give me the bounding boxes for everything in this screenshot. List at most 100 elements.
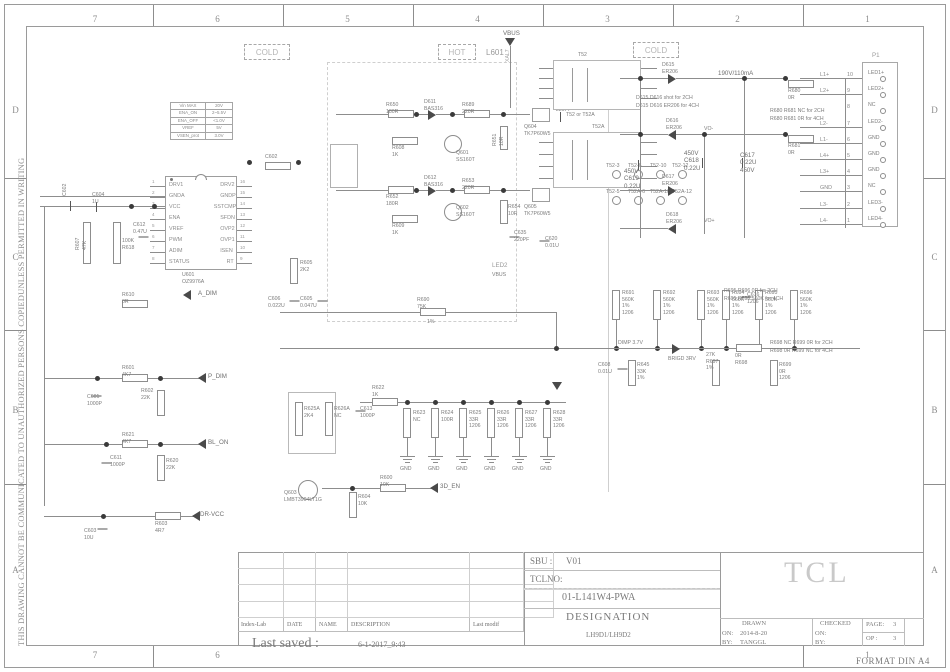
ic-pin-wire bbox=[150, 197, 165, 198]
divider bbox=[812, 618, 813, 646]
param-name: VSEN_prot bbox=[170, 131, 206, 140]
ic-pin-label-pwm: PWM bbox=[169, 237, 183, 243]
divider bbox=[524, 608, 720, 609]
diode-d615-label: D615 ER206 bbox=[662, 62, 678, 75]
connector-pin-pad[interactable] bbox=[880, 124, 886, 131]
zone-tag-cold-right: COLD bbox=[633, 42, 679, 58]
connector-pin-signal-8: NC bbox=[868, 102, 876, 109]
connector-pin-pad[interactable] bbox=[880, 205, 886, 212]
test-point-label: T52-10 bbox=[650, 163, 667, 169]
connector-pin-pad[interactable] bbox=[880, 221, 886, 228]
transformer-pin-wire bbox=[641, 68, 657, 69]
net-label-vo-minus: VO- bbox=[704, 126, 714, 132]
wire-to-gnd bbox=[519, 438, 520, 456]
ic-pin-number-right: 16 bbox=[240, 179, 246, 184]
test-point bbox=[634, 196, 643, 205]
connector-pin-signal-2: LED3- bbox=[868, 199, 883, 206]
led2-value: VBUS bbox=[492, 272, 507, 278]
res-r651-label: R651 10R bbox=[492, 133, 505, 146]
revision-cell bbox=[284, 585, 316, 602]
column-label-4: 4 bbox=[475, 14, 480, 24]
net-label-vbus: VBUS bbox=[503, 30, 520, 37]
node bbox=[101, 514, 106, 519]
connector-p1-name: P1 bbox=[872, 52, 880, 59]
gnd-label: GND bbox=[512, 466, 524, 472]
test-point-label: T52-5 bbox=[606, 189, 620, 195]
row-tick bbox=[924, 330, 945, 331]
ic-pin-number-right: 14 bbox=[240, 201, 246, 206]
gnd-symbol bbox=[540, 456, 555, 466]
ic-notch bbox=[195, 174, 207, 180]
ic-pin-label-drv1: DRV1 bbox=[169, 182, 184, 188]
ic-pin-number-right: 15 bbox=[240, 190, 246, 195]
cap-c603-label: C603 10U bbox=[84, 528, 97, 541]
ic-pin-wire bbox=[150, 263, 165, 264]
node bbox=[296, 160, 301, 165]
res-r625-label: R625 33R 1206 bbox=[469, 410, 482, 429]
param-value: <1.0V bbox=[205, 116, 233, 126]
revision-header-date: DATE bbox=[284, 618, 316, 632]
output-spec-label: 190V/110mA bbox=[718, 70, 754, 77]
revision-header-index: Index-Lab bbox=[238, 618, 284, 632]
transformer-core bbox=[572, 140, 588, 180]
connector-pin-pad[interactable] bbox=[880, 76, 886, 82]
res-r699 bbox=[770, 360, 778, 386]
node bbox=[501, 112, 506, 117]
diode-d618 bbox=[668, 224, 676, 234]
wire-d617 bbox=[620, 190, 668, 191]
connector-pin-pad[interactable] bbox=[880, 157, 886, 163]
wire-c617-bus bbox=[744, 78, 745, 238]
gnd-label: GND bbox=[540, 466, 552, 472]
column-label-7-bottom: 7 bbox=[92, 650, 98, 660]
col-tick bbox=[803, 5, 804, 26]
col-tick bbox=[153, 646, 154, 667]
gnd-symbol bbox=[400, 456, 415, 466]
test-point bbox=[678, 196, 687, 205]
cap-c611-label: C611 1000P bbox=[110, 455, 126, 468]
res-r605-label: R605 2K2 bbox=[300, 260, 313, 273]
res-c602a-label: C602 bbox=[265, 154, 278, 160]
transformer-pin-wire bbox=[641, 88, 657, 89]
ic-pin-wire bbox=[150, 252, 165, 253]
row-label-D: D bbox=[12, 105, 19, 115]
drawn-on-label: ON: bbox=[722, 630, 734, 637]
revision-cell bbox=[316, 585, 348, 602]
connector-pin-pad[interactable] bbox=[880, 140, 886, 147]
transformer-t52-ref: T52 bbox=[578, 52, 587, 58]
res-r618 bbox=[113, 222, 121, 264]
page-value: 3 bbox=[893, 621, 897, 628]
node bbox=[404, 400, 410, 405]
res-r622 bbox=[372, 398, 398, 406]
cap-c620-label: C620 0.01U bbox=[545, 236, 559, 249]
res-r623-label: R623 NC bbox=[413, 410, 426, 423]
gnd-symbol bbox=[512, 456, 527, 466]
divider bbox=[720, 618, 924, 619]
diode-d611-label: D611 BAS316 bbox=[424, 99, 444, 112]
wire-r689-out bbox=[490, 114, 530, 115]
checked-on-label: ON: bbox=[815, 630, 827, 637]
revision-cell bbox=[238, 601, 284, 618]
drawn-by-value: TANGGL bbox=[740, 639, 767, 646]
wire-r653-out bbox=[490, 190, 530, 191]
wire-blon-1 bbox=[44, 444, 122, 445]
wire-d615-out bbox=[676, 78, 788, 79]
revision-cell bbox=[284, 552, 316, 569]
res-r645-label: R645 33K 1% bbox=[637, 362, 650, 381]
res-r608 bbox=[392, 137, 418, 145]
res-r654 bbox=[500, 200, 508, 224]
connector-pin-wire bbox=[800, 126, 862, 128]
res-r697-label: 27K R697 1% bbox=[706, 352, 719, 371]
node bbox=[158, 442, 163, 447]
diode-note-2: D615 D616 ER206 for 4CH bbox=[636, 103, 699, 109]
ic-pin-label-drv2: DRV2 bbox=[220, 182, 235, 188]
col-tick bbox=[673, 5, 674, 26]
connector-pin-signal-1: LED4- bbox=[868, 215, 883, 222]
last-saved-value: 6-1-2017_9:43 bbox=[358, 640, 406, 649]
inductor-l601-value: XAL7 bbox=[505, 49, 511, 62]
res-note-6: R698 0R R699 NC for 4CH bbox=[770, 348, 833, 354]
wire-to-gnd bbox=[491, 438, 492, 456]
res-r607-label: R607 47K bbox=[75, 237, 88, 250]
res-r691-label: R691 560K 1% 1206 bbox=[622, 290, 635, 316]
wire-blon-2 bbox=[148, 444, 200, 445]
res-r680-label: R680 0R bbox=[788, 88, 801, 101]
